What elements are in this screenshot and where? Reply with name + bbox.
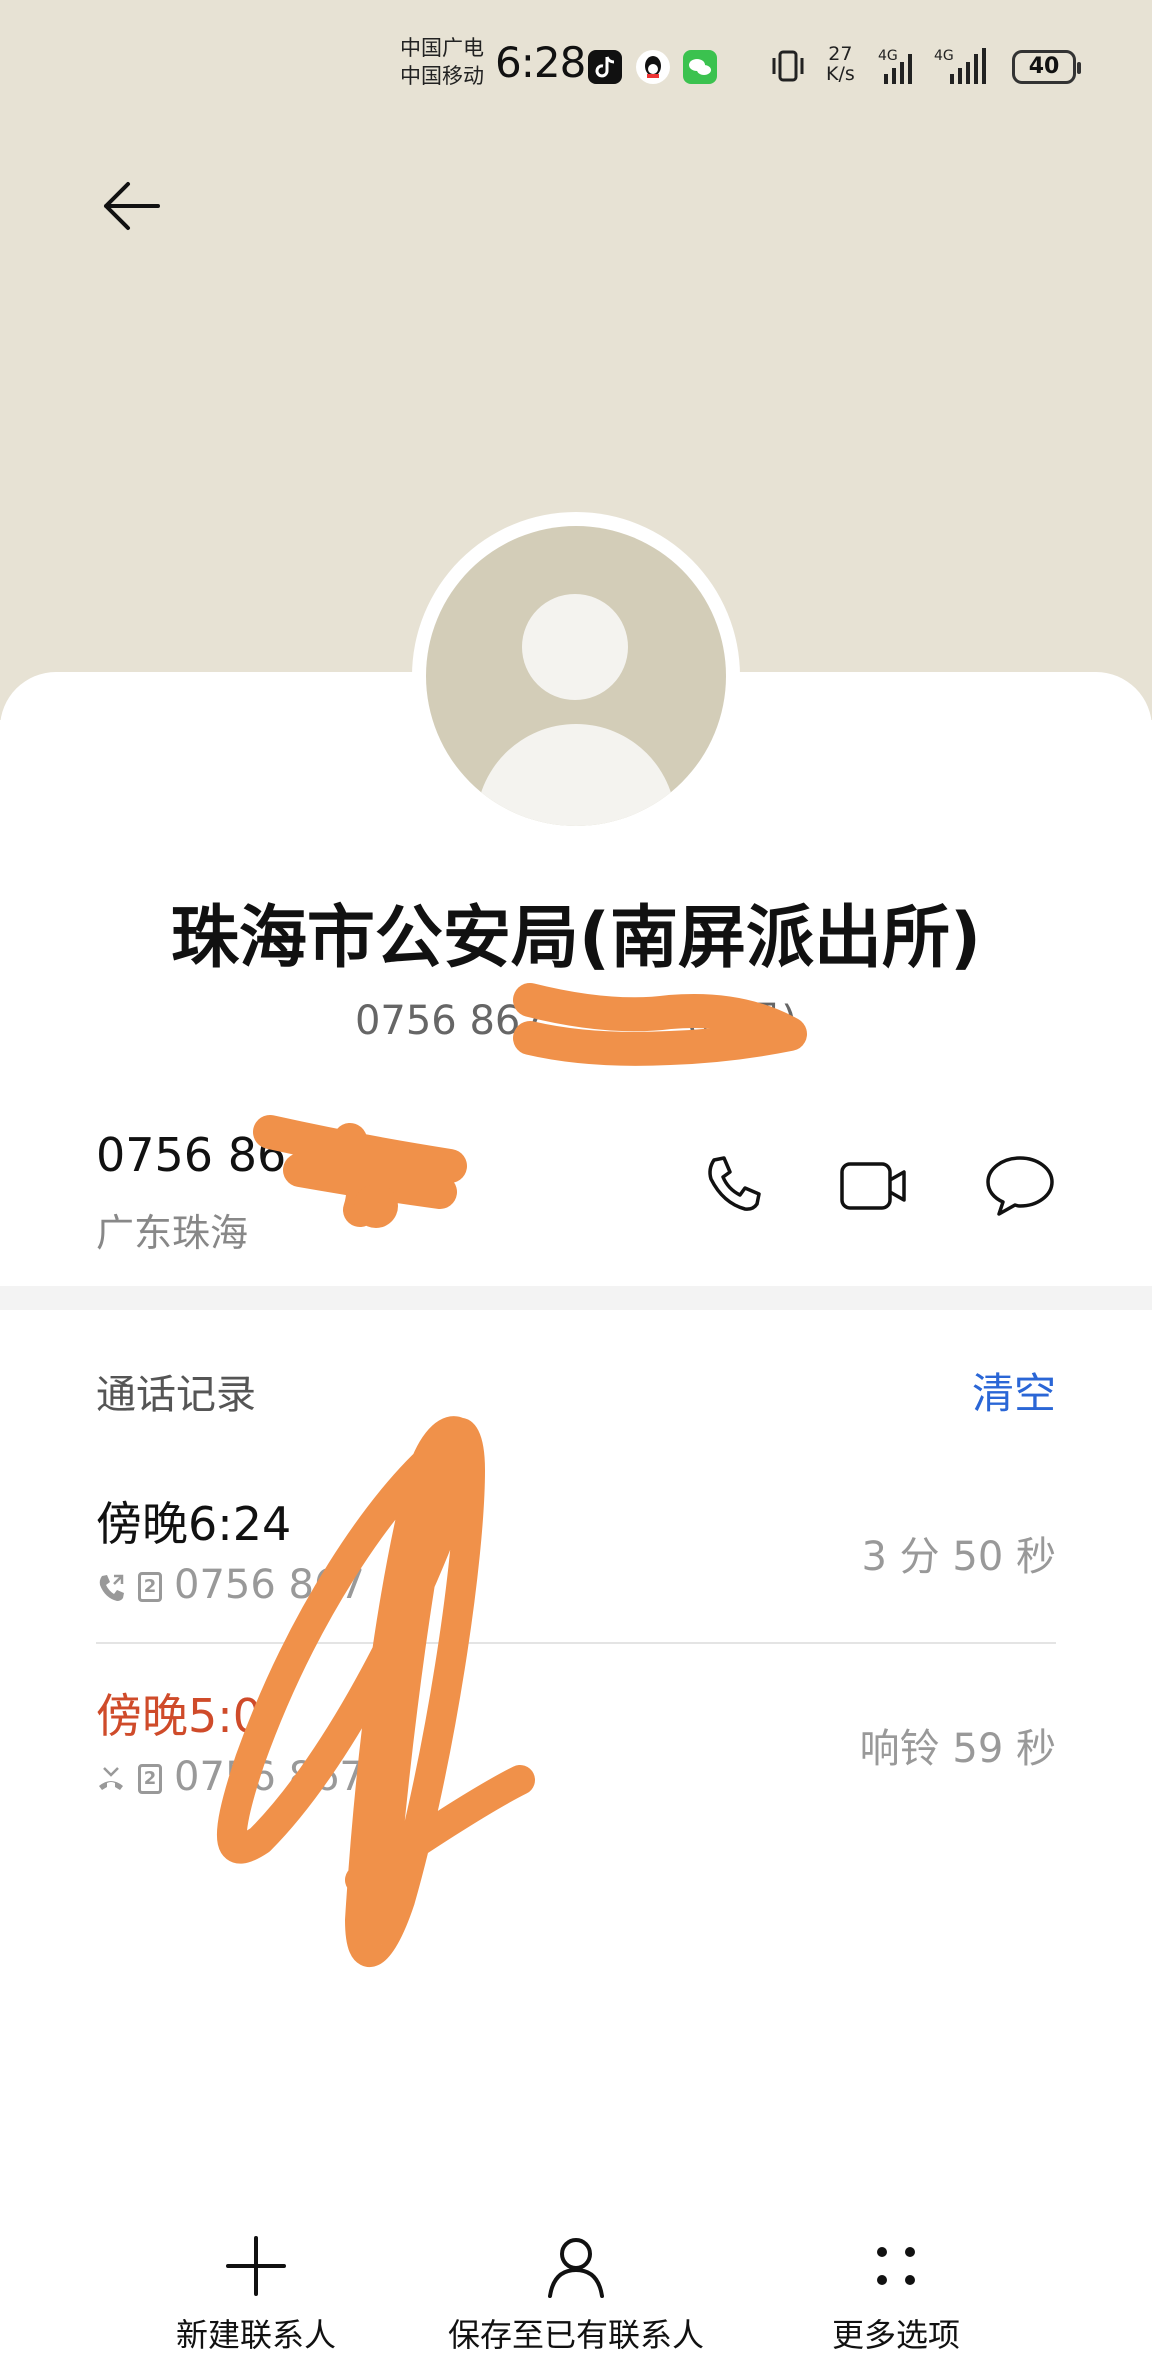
avatar[interactable] xyxy=(426,526,726,826)
plus-icon xyxy=(226,2236,286,2296)
save-to-existing-button[interactable]: 保存至已有联系人 xyxy=(416,2230,736,2356)
call-record-number: 0756 867 xyxy=(174,1754,365,1800)
section-divider xyxy=(0,1286,1152,1310)
qq-icon xyxy=(636,50,670,84)
svg-text:4G: 4G xyxy=(878,48,898,64)
sim-badge: 2 xyxy=(138,1764,162,1794)
call-record-duration: 3 分 50 秒 xyxy=(861,1534,1057,1580)
contact-subtitle: 0756 867 (腾讯) xyxy=(0,988,1152,1046)
more-options-button[interactable]: 更多选项 xyxy=(736,2230,1056,2356)
speed-value: 27 xyxy=(828,43,853,65)
call-record-time: 傍晚5:07 xyxy=(96,1689,292,1743)
more-options-label: 更多选项 xyxy=(831,2316,960,2354)
save-to-existing-label: 保存至已有联系人 xyxy=(447,2316,704,2354)
avatar-head xyxy=(522,594,628,700)
call-record-duration: 响铃 59 秒 xyxy=(859,1726,1056,1772)
chat-bubble-icon xyxy=(986,1156,1054,1216)
battery-indicator: 40 xyxy=(1012,50,1081,84)
missed-call-icon xyxy=(99,1767,123,1790)
video-call-button[interactable] xyxy=(838,1150,910,1222)
new-contact-button[interactable]: 新建联系人 xyxy=(96,2230,416,2356)
status-bar: 中国广电 中国移动 6:28 27 K/s 4G 4G 40 xyxy=(0,0,1152,140)
subtitle-number: 0756 867 xyxy=(354,998,546,1044)
video-camera-icon xyxy=(840,1162,906,1210)
phone-location: 广东珠海 xyxy=(96,1211,249,1255)
signal-1-icon: 4G xyxy=(878,48,912,84)
signal-2-icon: 4G xyxy=(934,48,986,84)
new-contact-label: 新建联系人 xyxy=(175,2316,336,2354)
speed-unit: K/s xyxy=(826,63,855,85)
carrier-labels: 中国广电 中国移动 xyxy=(400,34,484,90)
more-dots-icon xyxy=(877,2247,915,2285)
sim-badge: 2 xyxy=(138,1572,162,1602)
phone-icon xyxy=(708,1156,761,1211)
call-log-title: 通话记录 xyxy=(96,1372,256,1418)
arrow-left-icon xyxy=(104,182,160,230)
avatar-body xyxy=(476,724,676,826)
back-button[interactable] xyxy=(96,170,168,242)
carrier-1: 中国广电 xyxy=(400,36,484,60)
outgoing-call-icon xyxy=(99,1574,124,1601)
call-record-detail: 2 0756 867 xyxy=(96,1562,365,1608)
clear-call-log-button[interactable]: 清空 xyxy=(972,1360,1056,1421)
message-button[interactable] xyxy=(984,1150,1056,1222)
call-button[interactable] xyxy=(696,1150,768,1222)
record-separator xyxy=(96,1642,1056,1644)
status-time: 6:28 xyxy=(495,38,586,87)
call-record-detail: 2 0756 867 xyxy=(96,1754,365,1800)
carrier-2: 中国移动 xyxy=(400,64,484,88)
tiktok-icon xyxy=(588,50,622,84)
network-speed: 27 K/s xyxy=(826,44,855,84)
call-record-time: 傍晚6:24 xyxy=(96,1497,292,1551)
person-icon xyxy=(548,2238,604,2298)
wechat-icon xyxy=(683,50,717,84)
subtitle-source: (腾讯) xyxy=(685,998,798,1044)
call-record-number: 0756 867 xyxy=(174,1562,365,1608)
vibrate-icon xyxy=(772,50,804,82)
phone-number[interactable]: 0756 867 xyxy=(96,1128,316,1182)
contact-name: 珠海市公安局(南屏派出所) xyxy=(170,899,982,978)
svg-text:4G: 4G xyxy=(934,48,954,64)
